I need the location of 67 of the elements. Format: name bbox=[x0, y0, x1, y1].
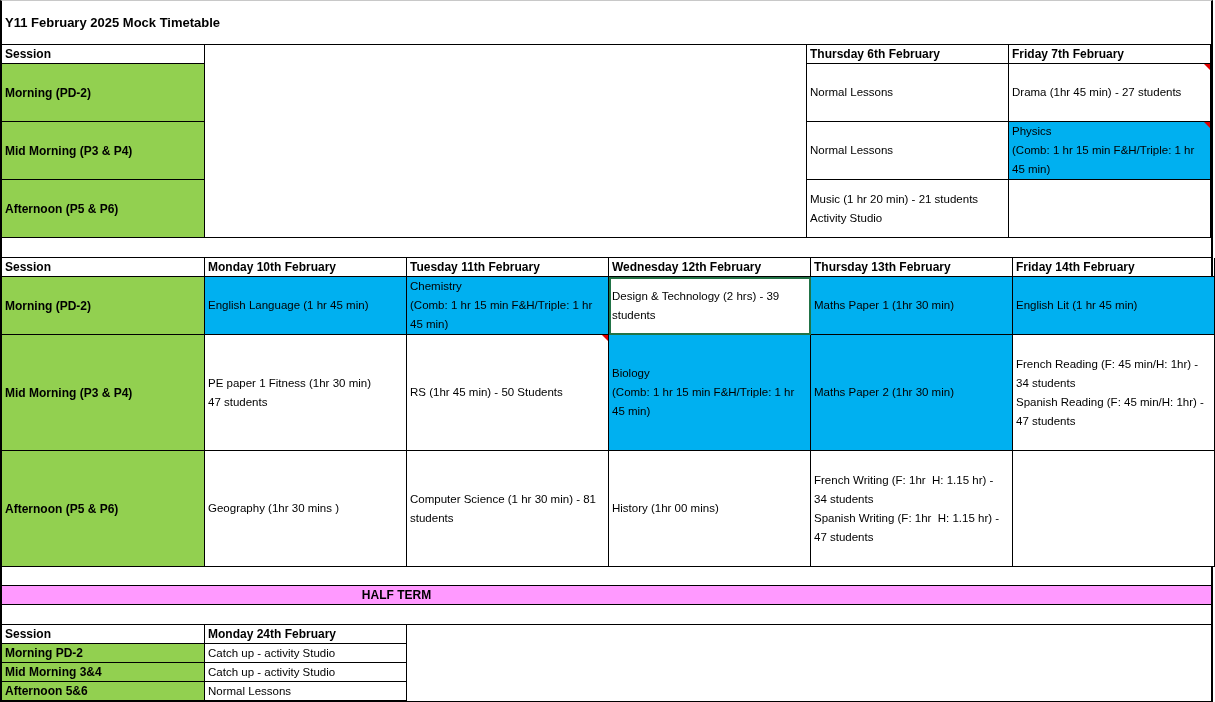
timetable-cell[interactable]: French Reading (F: 45 min/H: 1hr) - 34 students Spanish Reading (F: 45 min/H: 1hr) - 47 students bbox=[1013, 335, 1215, 451]
timetable-cell[interactable] bbox=[1013, 451, 1215, 567]
timetable-cell[interactable]: Maths Paper 2 (1hr 30 min) bbox=[811, 335, 1013, 451]
half-term-banner: HALF TERM bbox=[2, 586, 1211, 605]
cell-text: Biology bbox=[612, 366, 651, 381]
cell-text: Drama (1hr 45 min) - 27 students bbox=[1012, 85, 1183, 100]
session-cell: Mid Morning 3&4 bbox=[2, 663, 205, 682]
cell-text: Spanish Writing (F: 1hr H: 1.15 hr) - 47 students bbox=[814, 510, 1001, 545]
timetable-cell[interactable]: Computer Science (1 hr 30 min) - 81 students bbox=[407, 451, 609, 567]
session-cell: Afternoon (P5 & P6) bbox=[2, 180, 205, 238]
cell-text: Maths Paper 1 (1hr 30 min) bbox=[814, 298, 955, 313]
cell-text: Activity Studio bbox=[810, 210, 884, 226]
timetable-cell[interactable]: Normal Lessons bbox=[205, 682, 407, 701]
cell-text: Music (1 hr 20 min) - 21 students bbox=[810, 191, 980, 207]
session-cell: Afternoon (P5 & P6) bbox=[2, 451, 205, 567]
cell-text: (Comb: 1 hr 15 min F&H/Triple: 1 hr 45 min) bbox=[1012, 143, 1196, 177]
timetable-cell[interactable]: Chemistry (Comb: 1 hr 15 min F&H/Triple: 1 hr 45 min) bbox=[407, 277, 609, 335]
cell-text: Normal Lessons bbox=[810, 143, 895, 158]
cell-text: History (1hr 00 mins) bbox=[612, 501, 720, 516]
cell-text: French Writing (F: 1hr H: 1.15 hr) - 34 students bbox=[814, 472, 995, 507]
cell-text: Physics bbox=[1012, 124, 1053, 139]
timetable-cell[interactable]: Geography (1hr 30 mins ) bbox=[205, 451, 407, 567]
cell-text: Computer Science (1 hr 30 min) - 81 students bbox=[410, 491, 597, 526]
timetable-cell[interactable]: Drama (1hr 45 min) - 27 students bbox=[1009, 64, 1211, 122]
cell-text: Geography (1hr 30 mins ) bbox=[208, 501, 341, 516]
timetable-cell[interactable]: History (1hr 00 mins) bbox=[609, 451, 811, 567]
timetable-cell[interactable]: Normal Lessons bbox=[807, 122, 1009, 180]
sheet-title: Y11 February 2025 Mock Timetable bbox=[5, 13, 221, 32]
timetable-cell[interactable]: Biology (Comb: 1 hr 15 min F&H/Triple: 1 hr 45 min) bbox=[609, 335, 811, 451]
cell-text: Catch up - activity Studio bbox=[208, 645, 337, 661]
timetable-cell[interactable]: English Language (1 hr 45 min) bbox=[205, 277, 407, 335]
column-header: Session bbox=[2, 625, 205, 644]
cell-text: (Comb: 1 hr 15 min F&H/Triple: 1 hr 45 min) bbox=[612, 385, 796, 419]
cell-text: (Comb: 1 hr 15 min F&H/Triple: 1 hr 45 min) bbox=[410, 298, 594, 332]
session-cell: Mid Morning (P3 & P4) bbox=[2, 335, 205, 451]
session-cell: Mid Morning (P3 & P4) bbox=[2, 122, 205, 180]
session-cell: Morning (PD-2) bbox=[2, 277, 205, 335]
cell-text: Normal Lessons bbox=[810, 85, 895, 100]
timetable-cell[interactable]: Maths Paper 1 (1hr 30 min) bbox=[811, 277, 1013, 335]
timetable-cell[interactable]: French Writing (F: 1hr H: 1.15 hr) - 34 students Spanish Writing (F: 1hr H: 1.15 hr) - 47 students bbox=[811, 451, 1013, 567]
timetable-cell[interactable]: RS (1hr 45 min) - 50 Students bbox=[407, 335, 609, 451]
cell-text: English Language (1 hr 45 min) bbox=[208, 298, 370, 313]
column-header: Session bbox=[2, 258, 205, 277]
timetable-cell[interactable]: PE paper 1 Fitness (1hr 30 min) 47 students bbox=[205, 335, 407, 451]
cell-text: French Reading (F: 45 min/H: 1hr) - 34 students bbox=[1016, 356, 1200, 391]
cell-text: Maths Paper 2 (1hr 30 min) bbox=[814, 385, 955, 400]
timetable-cell[interactable]: Catch up - activity Studio bbox=[205, 663, 407, 682]
cell-text: Catch up - activity Studio bbox=[208, 664, 337, 680]
cell-text: English Lit (1 hr 45 min) bbox=[1016, 298, 1139, 313]
timetable-cell[interactable]: Normal Lessons bbox=[807, 64, 1009, 122]
cell-text: 47 students bbox=[208, 394, 269, 410]
timetable-cell[interactable]: Catch up - activity Studio bbox=[205, 644, 407, 663]
column-header: Session bbox=[2, 45, 205, 64]
timetable-cell[interactable] bbox=[1009, 180, 1211, 238]
timetable-cell[interactable]: Design & Technology (2 hrs) - 39 students bbox=[609, 277, 811, 335]
timetable-cell[interactable]: Music (1 hr 20 min) - 21 students Activity Studio bbox=[807, 180, 1009, 238]
timetable-cell[interactable]: Physics (Comb: 1 hr 15 min F&H/Triple: 1 hr 45 min) bbox=[1009, 122, 1211, 180]
cell-text: PE paper 1 Fitness (1hr 30 min) bbox=[208, 375, 372, 391]
cell-text: Normal Lessons bbox=[208, 683, 293, 699]
session-cell: Morning (PD-2) bbox=[2, 64, 205, 122]
timetable-cell[interactable]: English Lit (1 hr 45 min) bbox=[1013, 277, 1215, 335]
session-cell: Morning PD-2 bbox=[2, 644, 205, 663]
cell-text: Chemistry bbox=[410, 279, 463, 294]
session-cell: Afternoon 5&6 bbox=[2, 682, 205, 701]
cell-text: Design & Technology (2 hrs) - 39 students bbox=[612, 288, 781, 323]
cell-text: RS (1hr 45 min) - 50 Students bbox=[410, 385, 564, 400]
cell-text: Spanish Reading (F: 45 min/H: 1hr) - 47 students bbox=[1016, 394, 1205, 429]
